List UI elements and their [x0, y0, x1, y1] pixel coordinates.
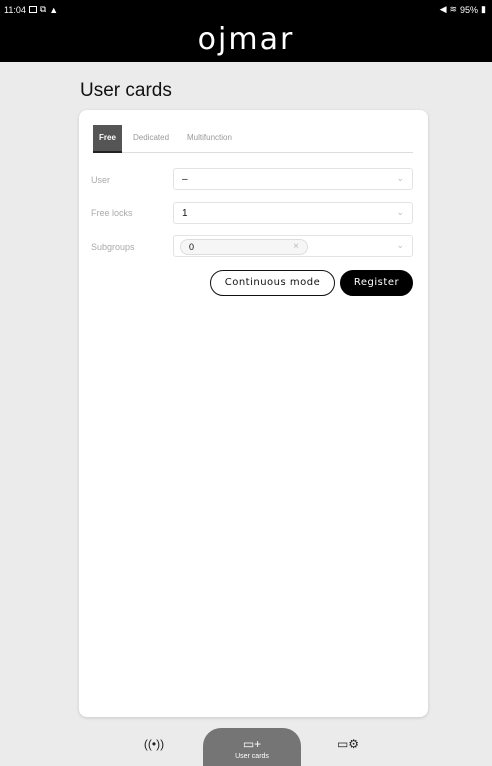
add-card-icon: ▭+ [242, 737, 262, 751]
battery-icon: ▮ [481, 4, 486, 14]
card-settings-icon: ▭⚙ [336, 737, 360, 751]
user-card-form: Free Dedicated Multifunction User – ⌄ Fr… [79, 110, 428, 717]
chevron-down-icon: ⌄ [396, 173, 404, 183]
app-header: 11:04 ⧉ ▲ ◀ ≋ 95% ▮ ojmar [0, 0, 492, 62]
user-value: – [182, 174, 188, 185]
register-button[interactable]: Register [340, 270, 413, 296]
status-time: 11:04 [4, 4, 26, 15]
tab-free[interactable]: Free [93, 125, 122, 153]
free-locks-value: 1 [182, 208, 188, 219]
close-icon[interactable]: × [293, 241, 299, 252]
nav-user-cards-label: User cards [235, 753, 269, 760]
subgroup-chip[interactable]: 0 × [180, 239, 308, 255]
free-locks-select[interactable]: 1 ⌄ [173, 202, 413, 224]
subgroups-select[interactable]: 0 × ⌄ [173, 235, 413, 257]
broadcast-icon: ((•)) [143, 737, 165, 751]
status-left: 11:04 ⧉ ▲ [4, 4, 58, 15]
subgroups-label: Subgroups [91, 242, 135, 252]
app-logo: ojmar [197, 22, 295, 57]
gallery-icon [28, 6, 37, 13]
chevron-down-icon: ⌄ [396, 240, 404, 250]
page-title: User cards [80, 80, 172, 101]
battery-level: 95% [460, 4, 479, 15]
subgroup-chip-value: 0 [189, 242, 195, 252]
user-label: User [91, 175, 111, 185]
nav-card-settings[interactable]: ▭⚙ [328, 728, 368, 766]
nav-user-cards[interactable]: ▭+ User cards [203, 728, 301, 766]
wifi-icon: ≋ [449, 4, 458, 14]
chevron-down-icon: ⌄ [396, 207, 404, 217]
alert-icon: ▲ [49, 4, 59, 15]
tab-bar: Free Dedicated Multifunction [93, 125, 413, 153]
status-right: ◀ ≋ 95% ▮ [440, 4, 486, 15]
free-locks-label: Free locks [91, 208, 133, 218]
tab-multifunction[interactable]: Multifunction [181, 125, 238, 153]
bottom-nav: ((•)) ▭+ User cards ▭⚙ [0, 728, 492, 766]
tab-dedicated[interactable]: Dedicated [127, 125, 175, 153]
nav-broadcast[interactable]: ((•)) [134, 728, 174, 766]
user-select[interactable]: – ⌄ [173, 168, 413, 190]
cast-icon: ⧉ [39, 4, 47, 14]
mute-icon: ◀ [439, 4, 447, 14]
continuous-mode-button[interactable]: Continuous mode [210, 270, 335, 296]
